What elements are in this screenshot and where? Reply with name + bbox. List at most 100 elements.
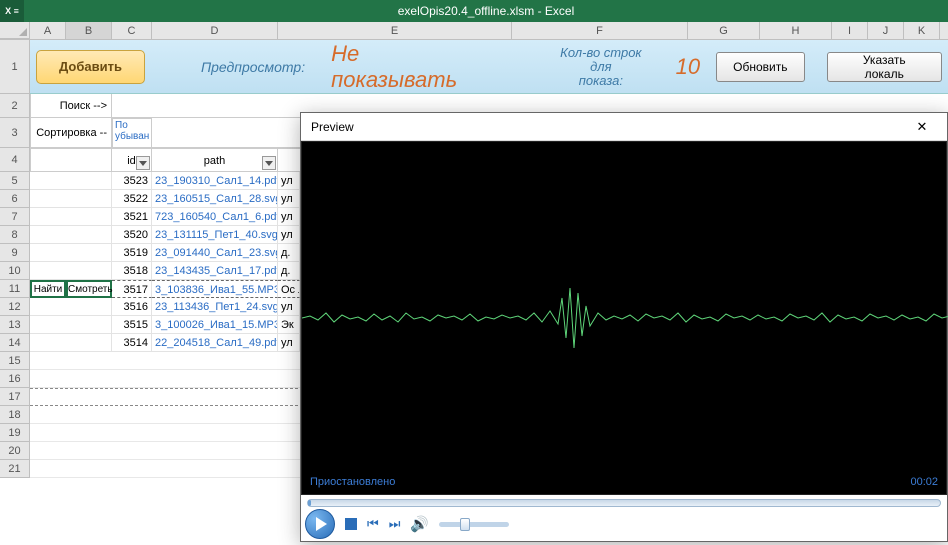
cell-ab[interactable] <box>30 208 112 226</box>
cell-ab[interactable] <box>30 172 112 190</box>
refresh-button[interactable]: Обновить <box>716 52 804 82</box>
cell-id[interactable]: 3516 <box>112 298 152 316</box>
row-16[interactable]: 16 <box>0 370 30 388</box>
cell-ab[interactable] <box>30 226 112 244</box>
row-17[interactable]: 17 <box>0 388 30 406</box>
col-J[interactable]: J <box>868 22 904 39</box>
col-G[interactable]: G <box>688 22 760 39</box>
table-row[interactable]: 352323_190310_Сал1_14.pdfул <box>30 172 300 190</box>
row-15[interactable]: 15 <box>0 352 30 370</box>
th-id[interactable]: id <box>112 148 152 172</box>
cell-path[interactable]: 723_160540_Сал1_6.pdf <box>152 208 278 226</box>
filter-id-icon[interactable] <box>136 156 150 170</box>
col-F[interactable]: F <box>512 22 688 39</box>
cell-id[interactable]: 3523 <box>112 172 152 190</box>
row-21[interactable]: 21 <box>0 460 30 478</box>
cell-id[interactable]: 3518 <box>112 262 152 280</box>
col-K[interactable]: K <box>904 22 940 39</box>
cell-e[interactable]: ул <box>278 334 300 352</box>
prev-button[interactable]: ⏮ <box>367 516 379 532</box>
preview-titlebar[interactable]: Preview ✕ <box>301 113 947 141</box>
find-cell[interactable]: Найти <box>30 280 66 298</box>
cell-id[interactable]: 3517 <box>112 280 152 298</box>
select-all-corner[interactable] <box>0 22 30 39</box>
cell-id[interactable]: 3514 <box>112 334 152 352</box>
locale-button[interactable]: Указать локаль <box>827 52 943 82</box>
cell-path[interactable]: 23_160515_Сал1_28.svg <box>152 190 278 208</box>
col-H[interactable]: H <box>760 22 832 39</box>
cell-path[interactable]: 3_100026_Ива1_15.MP3 <box>152 316 278 334</box>
cell-ab[interactable] <box>30 244 112 262</box>
cell-path[interactable]: 23_091440_Сал1_23.svg <box>152 244 278 262</box>
table-row[interactable]: 351623_113436_Пет1_24.svgул <box>30 298 300 316</box>
row-18[interactable]: 18 <box>0 406 30 424</box>
row-10[interactable]: 10 <box>0 262 30 280</box>
cell-ab[interactable] <box>30 262 112 280</box>
row-5[interactable]: 5 <box>0 172 30 190</box>
cell-e[interactable]: ул <box>278 298 300 316</box>
stop-button[interactable] <box>345 518 357 530</box>
play-button[interactable] <box>305 509 335 539</box>
sort-value[interactable]: По убыван <box>112 118 152 148</box>
row-4[interactable]: 4 <box>0 148 30 172</box>
row-14[interactable]: 14 <box>0 334 30 352</box>
row-19[interactable]: 19 <box>0 424 30 442</box>
rows-value[interactable]: 10 <box>676 54 700 80</box>
cell-e[interactable]: д. <box>278 244 300 262</box>
table-row[interactable]: 351923_091440_Сал1_23.svgд. <box>30 244 300 262</box>
cell-e[interactable]: д. <box>278 262 300 280</box>
next-button[interactable]: ⏭ <box>389 516 401 532</box>
col-B[interactable]: B <box>66 22 112 39</box>
preview-value[interactable]: Не показывать <box>331 41 484 93</box>
cell-id[interactable]: 3522 <box>112 190 152 208</box>
row-9[interactable]: 9 <box>0 244 30 262</box>
cell-id[interactable]: 3520 <box>112 226 152 244</box>
th-path[interactable]: path <box>152 148 278 172</box>
cell-path[interactable]: 23_190310_Сал1_14.pdf <box>152 172 278 190</box>
table-row[interactable]: 351823_143435_Сал1_17.pdfд. <box>30 262 300 280</box>
filter-path-icon[interactable] <box>262 156 276 170</box>
row-7[interactable]: 7 <box>0 208 30 226</box>
cell-ab[interactable] <box>30 316 112 334</box>
cell-e[interactable]: ул <box>278 172 300 190</box>
cell-ab[interactable] <box>30 190 112 208</box>
col-C[interactable]: C <box>112 22 152 39</box>
cell-id[interactable]: 3519 <box>112 244 152 262</box>
cell-e[interactable]: ул <box>278 190 300 208</box>
cell-e[interactable]: ул <box>278 208 300 226</box>
row-2[interactable]: 2 <box>0 94 30 118</box>
volume-slider[interactable] <box>439 522 509 527</box>
table-row[interactable]: 3521723_160540_Сал1_6.pdfул <box>30 208 300 226</box>
cell-path[interactable]: 23_143435_Сал1_17.pdf <box>152 262 278 280</box>
seek-bar[interactable] <box>307 499 941 507</box>
cell-e[interactable]: ул <box>278 226 300 244</box>
cell-e[interactable]: Ос Ле <box>278 280 300 298</box>
table-row[interactable]: 352223_160515_Сал1_28.svgул <box>30 190 300 208</box>
table-row[interactable]: 352023_131115_Пет1_40.svgул <box>30 226 300 244</box>
row-13[interactable]: 13 <box>0 316 30 334</box>
col-I[interactable]: I <box>832 22 868 39</box>
cell-path[interactable]: 23_131115_Пет1_40.svg <box>152 226 278 244</box>
cell-ab[interactable] <box>30 298 112 316</box>
table-row[interactable]: 35153_100026_Ива1_15.MP3Эк <box>30 316 300 334</box>
cell-path[interactable]: 3_103836_Ива1_55.MP3 <box>152 280 278 298</box>
row-20[interactable]: 20 <box>0 442 30 460</box>
row-12[interactable]: 12 <box>0 298 30 316</box>
col-E[interactable]: E <box>278 22 512 39</box>
row-3[interactable]: 3 <box>0 118 30 148</box>
row-1[interactable]: 1 <box>0 40 30 94</box>
cell-id[interactable]: 3515 <box>112 316 152 334</box>
row-8[interactable]: 8 <box>0 226 30 244</box>
view-cell[interactable]: Смотреть <box>66 280 112 298</box>
cell-path[interactable]: 22_204518_Сал1_49.pdf <box>152 334 278 352</box>
cell-path[interactable]: 23_113436_Пет1_24.svg <box>152 298 278 316</box>
close-icon[interactable]: ✕ <box>907 117 937 137</box>
row-11[interactable]: 11 <box>0 280 30 298</box>
row-6[interactable]: 6 <box>0 190 30 208</box>
cell-e[interactable]: Эк <box>278 316 300 334</box>
col-A[interactable]: A <box>30 22 66 39</box>
table-row[interactable]: 351422_204518_Сал1_49.pdfул <box>30 334 300 352</box>
volume-icon[interactable]: 🔊 <box>410 515 429 533</box>
cell-ab[interactable] <box>30 334 112 352</box>
cell-id[interactable]: 3521 <box>112 208 152 226</box>
